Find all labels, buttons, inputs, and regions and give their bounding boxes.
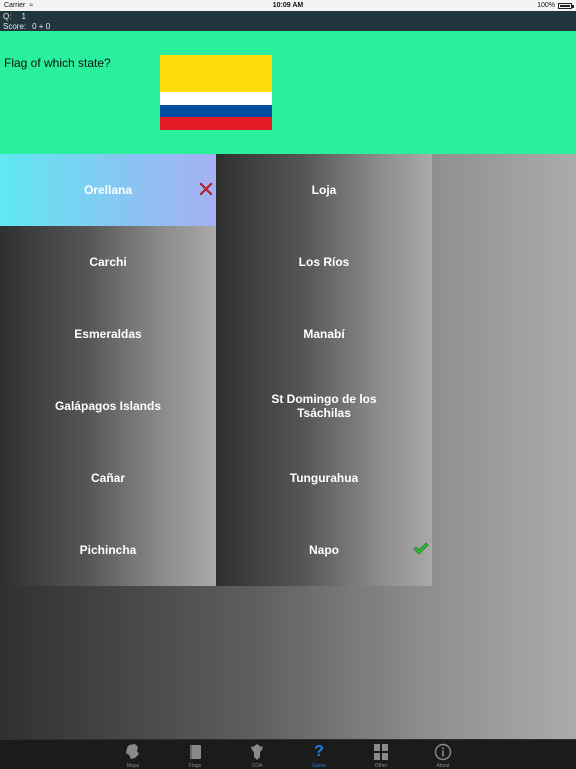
battery-icon xyxy=(558,2,574,9)
wrong-x-icon xyxy=(199,182,213,196)
question-prompt: Flag of which state? xyxy=(4,56,111,70)
battery-indicator: 100% xyxy=(537,0,574,11)
answer-button-pichincha[interactable]: Pichincha xyxy=(0,514,216,586)
tab-other[interactable]: Other xyxy=(361,740,401,769)
answer-label: Carchi xyxy=(89,255,127,269)
answer-button-loja[interactable]: Loja xyxy=(216,154,432,226)
answer-label: Napo xyxy=(309,543,339,557)
answer-label: Los Ríos xyxy=(298,255,350,269)
tab-label: Flags xyxy=(188,763,202,769)
status-bar: Carrier ≈ 10:09 AM 100% xyxy=(0,0,576,11)
tab-label: COA xyxy=(251,763,263,769)
answers-left-column: Orellana Carchi Esmeraldas Galápagos Isl… xyxy=(0,154,216,586)
score-panel: Q: 1 Score: 0 + 0 xyxy=(0,11,576,31)
answer-label: Galápagos Islands xyxy=(54,399,162,413)
info-icon xyxy=(434,743,452,761)
question-number-row: Q: 1 xyxy=(3,12,26,21)
answer-label: Cañar xyxy=(90,471,125,485)
answer-button-santo-domingo[interactable]: St Domingo de los Tsáchilas xyxy=(216,370,432,442)
answers-right-column: Loja Los Ríos Manabí St Domingo de los T… xyxy=(216,154,432,586)
answer-button-carchi[interactable]: Carchi xyxy=(0,226,216,298)
answer-label: Pichincha xyxy=(79,543,137,557)
tab-bar: Maps Flags COA ? Game Other About xyxy=(0,739,576,769)
score-row: Score: 0 + 0 xyxy=(3,22,50,31)
score-value: 0 + 0 xyxy=(32,22,51,31)
correct-check-icon xyxy=(413,542,429,555)
emblem-icon xyxy=(251,744,263,760)
map-icon xyxy=(126,744,139,759)
battery-percent: 100% xyxy=(537,2,555,9)
flag-stripe-white xyxy=(160,92,272,105)
tab-game[interactable]: ? Game xyxy=(299,740,339,769)
answer-button-tungurahua[interactable]: Tungurahua xyxy=(216,442,432,514)
flag-stripe-blue xyxy=(160,105,272,117)
answer-button-los-rios[interactable]: Los Ríos xyxy=(216,226,432,298)
clock: 10:09 AM xyxy=(272,2,304,9)
tab-label: Maps xyxy=(126,763,140,769)
answer-button-napo[interactable]: Napo xyxy=(216,514,432,586)
tab-label: Other xyxy=(374,763,388,769)
tab-coa[interactable]: COA xyxy=(237,740,277,769)
grid-icon xyxy=(374,744,388,760)
answer-button-manabi[interactable]: Manabí xyxy=(216,298,432,370)
tab-label: Game xyxy=(312,763,326,769)
answer-button-orellana[interactable]: Orellana xyxy=(0,154,216,226)
answer-label: St Domingo de los Tsáchilas xyxy=(271,392,377,420)
tab-flags[interactable]: Flags xyxy=(175,740,215,769)
question-number-value: 1 xyxy=(21,12,26,21)
book-icon xyxy=(190,745,201,759)
answer-button-galapagos[interactable]: Galápagos Islands xyxy=(0,370,216,442)
tab-maps[interactable]: Maps xyxy=(113,740,153,769)
answer-label: Orellana xyxy=(83,183,133,197)
flag-stripe-yellow xyxy=(160,55,272,92)
question-icon: ? xyxy=(314,743,324,760)
answer-label: Loja xyxy=(311,183,337,197)
answer-label: Esmeraldas xyxy=(74,327,142,341)
answer-label: Manabí xyxy=(303,327,345,341)
answer-button-canar[interactable]: Cañar xyxy=(0,442,216,514)
answer-button-esmeraldas[interactable]: Esmeraldas xyxy=(0,298,216,370)
question-number-label: Q: xyxy=(3,12,12,21)
answer-label: Tungurahua xyxy=(289,471,359,485)
flag-image xyxy=(160,55,272,130)
question-panel: Flag of which state? xyxy=(0,31,576,154)
tab-about[interactable]: About xyxy=(423,740,463,769)
tab-label: About xyxy=(436,763,450,769)
score-label: Score: xyxy=(3,22,27,31)
flag-stripe-red xyxy=(160,117,272,130)
